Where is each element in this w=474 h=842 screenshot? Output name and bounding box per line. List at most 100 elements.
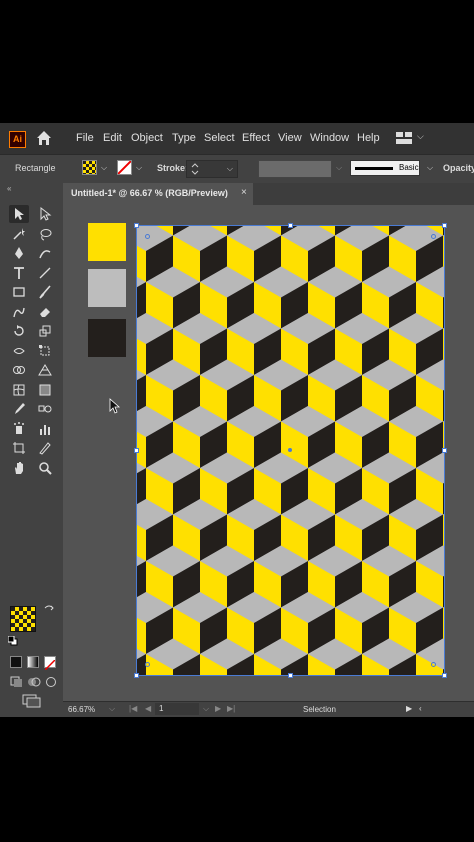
paintbrush-tool[interactable] — [35, 283, 55, 301]
menu-select[interactable]: Select — [204, 132, 235, 144]
scale-tool[interactable] — [35, 322, 55, 340]
gradient-tool[interactable] — [35, 381, 55, 399]
type-tool[interactable] — [9, 264, 29, 282]
curvature-tool[interactable] — [35, 244, 55, 262]
chevron-down-icon[interactable]: ⌵ — [427, 163, 433, 173]
chevron-down-icon[interactable]: ⌵ — [203, 704, 209, 714]
workspace-switcher-icon[interactable] — [396, 132, 412, 144]
eraser-icon — [40, 307, 50, 317]
scale-icon — [39, 325, 51, 337]
direct-selection-tool[interactable] — [35, 205, 55, 223]
artboard-tool[interactable] — [9, 439, 29, 457]
fill-color-button[interactable] — [82, 160, 97, 175]
mesh-tool[interactable] — [9, 381, 29, 399]
magic-wand-tool[interactable] — [9, 225, 29, 243]
pen-tool[interactable] — [9, 244, 29, 262]
opacity-label[interactable]: Opacity: — [443, 163, 474, 173]
none-icon — [44, 659, 56, 671]
current-tool-label: Selection — [303, 705, 336, 714]
hand-tool[interactable] — [9, 459, 29, 477]
chevron-down-icon[interactable]: ⌵ — [109, 704, 115, 714]
stroke-label: Stroke: — [157, 163, 189, 173]
rotate-tool[interactable] — [9, 322, 29, 340]
document-tab-title: Untitled-1* @ 66.67 % (RGB/Preview) — [71, 188, 228, 198]
menu-window[interactable]: Window — [310, 132, 349, 144]
swatch-black-square[interactable] — [88, 319, 126, 357]
menu-view[interactable]: View — [278, 132, 302, 144]
column-graph-tool[interactable] — [35, 420, 55, 438]
zoom-tool[interactable] — [35, 459, 55, 477]
menu-file[interactable]: File — [76, 132, 94, 144]
rectangle-icon — [13, 287, 25, 297]
perspective-grid-tool[interactable] — [35, 361, 55, 379]
artboard-number-input[interactable]: 1 — [155, 703, 199, 715]
blend-icon — [38, 405, 52, 413]
fill-swatch[interactable] — [10, 606, 36, 632]
blend-tool[interactable] — [35, 400, 55, 418]
mesh-icon — [13, 384, 25, 395]
swatch-gray-square[interactable] — [88, 269, 126, 307]
color-mode-button[interactable] — [10, 656, 22, 668]
menu-help[interactable]: Help — [357, 132, 380, 144]
swatch-yellow-square[interactable] — [88, 223, 126, 261]
chevron-down-icon[interactable]: ⌵ — [336, 163, 342, 173]
stroke-weight-input[interactable]: ⌵ — [186, 160, 238, 178]
shaper-tool[interactable] — [9, 303, 29, 321]
default-fill-stroke-icon[interactable] — [8, 636, 18, 646]
menu-type[interactable]: Type — [172, 132, 196, 144]
collapse-panel-icon[interactable]: « — [7, 184, 11, 193]
eyedropper-tool[interactable] — [9, 400, 29, 418]
chevron-down-icon[interactable]: ⌵ — [101, 163, 107, 173]
selection-tool[interactable] — [9, 205, 29, 223]
close-tab-icon[interactable]: × — [241, 187, 247, 198]
play-icon[interactable]: ▶ — [406, 704, 412, 713]
selection-icon — [15, 208, 24, 220]
shape-builder-icon — [13, 366, 25, 374]
document-tab[interactable]: Untitled-1* @ 66.67 % (RGB/Preview) × — [63, 183, 253, 205]
screen-mode-icon[interactable] — [22, 694, 42, 708]
canvas-area[interactable] — [63, 205, 474, 701]
hand-icon — [15, 461, 23, 474]
tools-panel: « — [0, 182, 63, 717]
free-transform-tool[interactable] — [35, 342, 55, 360]
chevron-down-icon[interactable]: ⌵ — [417, 131, 424, 142]
menu-edit[interactable]: Edit — [103, 132, 122, 144]
rectangle-tool[interactable] — [9, 283, 29, 301]
brush-definition-dropdown[interactable]: Basic — [350, 160, 420, 176]
variable-width-profile[interactable] — [258, 160, 332, 178]
home-icon[interactable] — [35, 129, 53, 147]
line-segment-icon — [39, 267, 51, 278]
previous-artboard-icon[interactable]: ◀ — [145, 704, 151, 713]
none-mode-button[interactable] — [44, 656, 56, 671]
zoom-level[interactable]: 66.67% — [68, 705, 95, 714]
swap-fill-stroke-icon[interactable] — [44, 604, 54, 614]
next-artboard-icon[interactable]: ▶ — [215, 704, 221, 713]
draw-normal-icon[interactable] — [10, 676, 24, 688]
paintbrush-icon — [39, 285, 51, 299]
stepper-arrows-icon[interactable] — [191, 162, 199, 176]
artboard[interactable] — [136, 225, 445, 676]
stroke-color-button[interactable] — [117, 160, 132, 175]
symbol-sprayer-tool[interactable] — [9, 420, 29, 438]
first-artboard-icon[interactable]: |◀ — [129, 704, 137, 713]
selection-type-label: Rectangle — [15, 163, 56, 173]
lasso-tool[interactable] — [35, 225, 55, 243]
isometric-cube-pattern[interactable] — [136, 225, 445, 676]
draw-inside-icon[interactable] — [44, 676, 58, 688]
menu-object[interactable]: Object — [131, 132, 163, 144]
shape-builder-tool[interactable] — [9, 361, 29, 379]
last-artboard-icon[interactable]: ▶| — [227, 704, 235, 713]
width-tool[interactable] — [9, 342, 29, 360]
eraser-tool[interactable] — [35, 303, 55, 321]
line-segment-tool[interactable] — [35, 264, 55, 282]
edit-toolbar-button[interactable]: ... — [26, 716, 33, 717]
chevron-down-icon[interactable]: ⌵ — [136, 163, 142, 173]
fill-stroke-widget — [8, 604, 54, 648]
gradient-mode-button[interactable] — [27, 656, 39, 668]
slice-tool[interactable] — [35, 439, 55, 457]
mouse-cursor-icon — [109, 398, 121, 414]
menu-effect[interactable]: Effect — [242, 132, 270, 144]
chevron-down-icon[interactable]: ⌵ — [227, 164, 233, 174]
chevron-left-icon[interactable]: ‹ — [419, 704, 422, 713]
draw-behind-icon[interactable] — [27, 676, 41, 688]
